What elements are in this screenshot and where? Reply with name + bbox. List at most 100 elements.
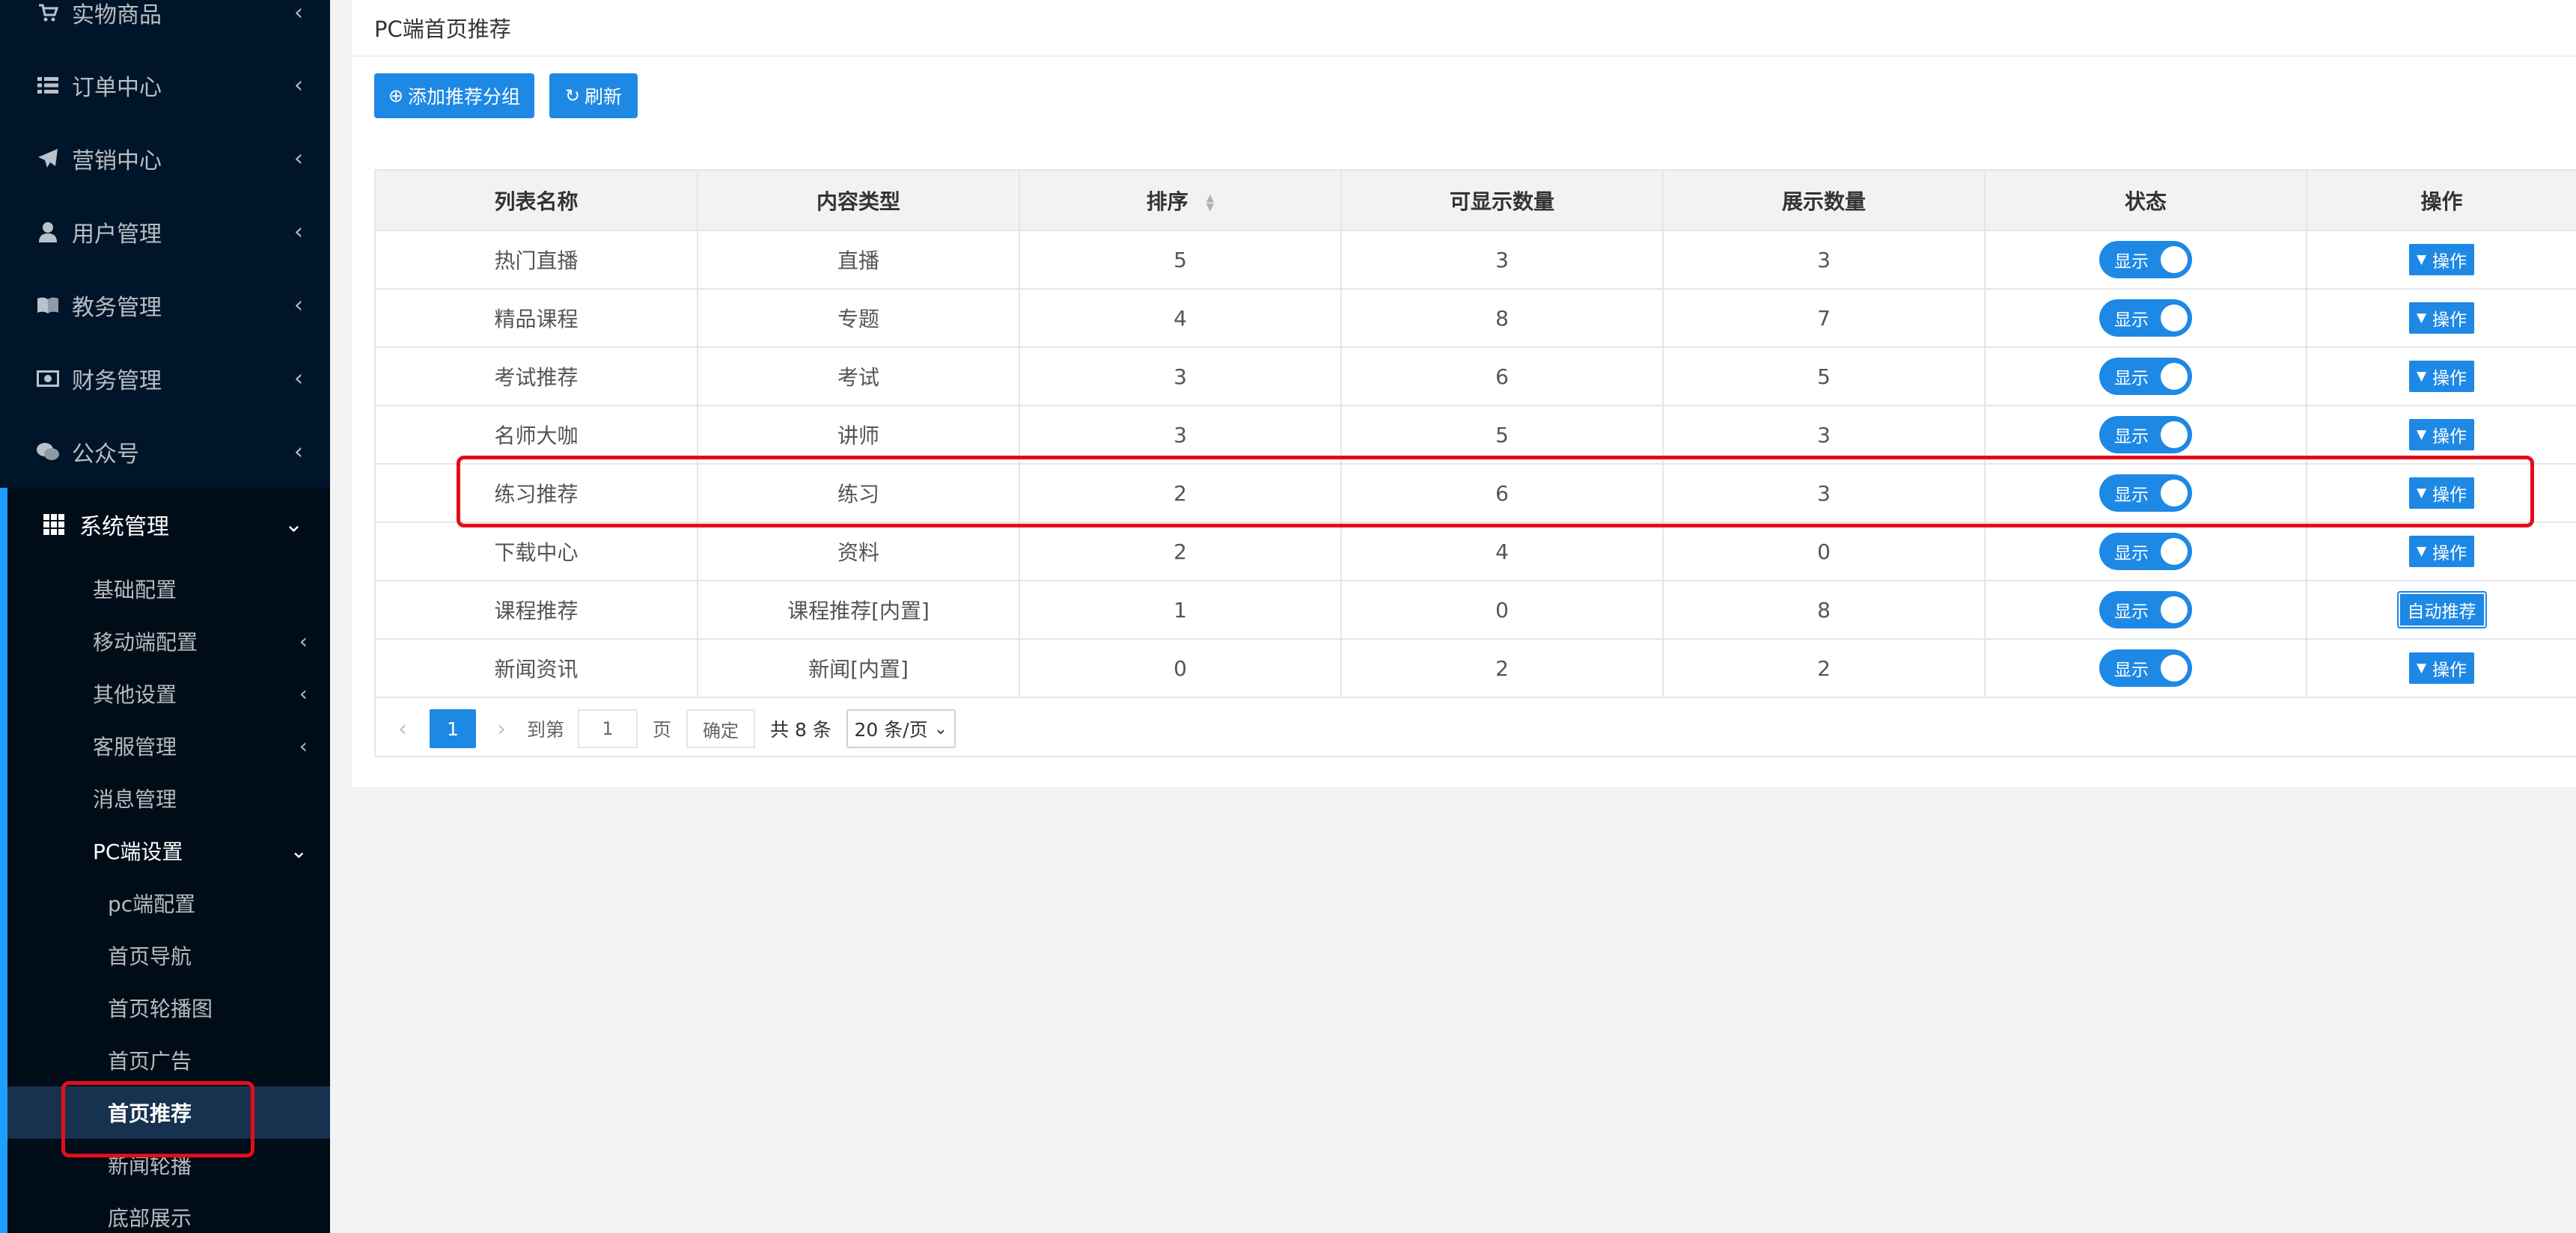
cell-type: 资料 <box>697 521 1020 581</box>
sidebar-item-finance[interactable]: 财务管理 ‹ <box>0 342 330 415</box>
sidebar-item-label: 移动端配置 <box>93 630 198 655</box>
sidebar-item-academic[interactable]: 教务管理 ‹ <box>0 269 330 342</box>
caret-down-icon: ▼ <box>2416 486 2427 501</box>
cell-shown: 3 <box>1662 463 1986 523</box>
sidebar-item-home-carousel[interactable]: 首页轮播图 <box>7 982 330 1034</box>
sidebar-item-label: 消息管理 <box>93 787 177 812</box>
cell-shown: 8 <box>1662 580 1986 640</box>
sidebar-item-other-settings[interactable]: 其他设置 ‹ <box>7 667 330 720</box>
sidebar-item-home-nav[interactable]: 首页导航 <box>7 929 330 982</box>
cell-order: 5 <box>1019 230 1342 290</box>
cell-name: 下载中心 <box>376 521 698 581</box>
next-page-icon[interactable]: › <box>497 716 506 742</box>
status-toggle[interactable]: 显示 <box>2099 358 2192 395</box>
action-dropdown-button[interactable]: ▼ 操作 <box>2408 302 2475 334</box>
action-dropdown-button[interactable]: ▼ 操作 <box>2408 419 2475 450</box>
button-label: 操作 <box>2432 486 2467 505</box>
action-dropdown-button[interactable]: ▼ 操作 <box>2408 477 2475 509</box>
sidebar-item-wechat[interactable]: 公众号 ‹ <box>0 415 330 489</box>
cell-name: 热门直播 <box>376 230 698 290</box>
chevron-left-icon: ‹ <box>299 628 308 654</box>
status-toggle[interactable]: 显示 <box>2099 591 2192 628</box>
sidebar-item-label: 教务管理 <box>72 295 162 321</box>
status-toggle[interactable]: 显示 <box>2099 241 2192 278</box>
cell-action: 自动推荐 <box>2306 580 2576 640</box>
toggle-knob <box>2161 655 2188 682</box>
status-toggle-label: 显示 <box>2114 602 2149 622</box>
sidebar-item-marketing[interactable]: 营销中心 ‹ <box>0 122 330 195</box>
status-toggle[interactable]: 显示 <box>2099 474 2192 512</box>
sidebar-item-label: 新闻轮播 <box>108 1154 192 1178</box>
button-label: 操作 <box>2432 310 2467 330</box>
goto-confirm-button[interactable]: 确定 <box>686 709 756 748</box>
sidebar-item-mobile-config[interactable]: 移动端配置 ‹ <box>7 615 330 667</box>
button-label: 操作 <box>2432 369 2467 388</box>
cell-action: ▼ 操作 <box>2306 638 2576 698</box>
cell-type: 考试 <box>697 346 1020 406</box>
sidebar-item-users[interactable]: 用户管理 ‹ <box>0 195 330 269</box>
refresh-button[interactable]: ↻ 刷新 <box>549 73 638 118</box>
status-toggle[interactable]: 显示 <box>2099 649 2192 687</box>
cell-type: 练习 <box>697 463 1020 523</box>
sidebar-item-customer-service[interactable]: 客服管理 ‹ <box>7 720 330 772</box>
page-size-select[interactable]: 20 条/页 ⌄ <box>846 709 956 748</box>
sidebar-item-label: 系统管理 <box>79 514 169 540</box>
column-header-order[interactable]: 排序 ▲ ▼ <box>1019 171 1342 231</box>
active-indicator-bar <box>0 488 7 1233</box>
cell-max: 4 <box>1340 521 1664 581</box>
wechat-icon <box>36 441 60 462</box>
status-toggle[interactable]: 显示 <box>2099 299 2192 337</box>
sidebar-item-system[interactable]: 系统管理 ⌄ <box>7 488 330 561</box>
column-header-label: 排序 <box>1146 189 1188 214</box>
sidebar-item-physical-goods[interactable]: 实物商品 ‹ <box>0 0 330 49</box>
auto-recommend-button[interactable]: 自动推荐 <box>2396 591 2487 628</box>
sidebar-item-home-recommend[interactable]: 首页推荐 <box>7 1086 330 1139</box>
action-dropdown-button[interactable]: ▼ 操作 <box>2408 361 2475 392</box>
column-header-name: 列表名称 <box>376 171 698 231</box>
cell-order: 3 <box>1019 346 1342 406</box>
column-header-action: 操作 <box>2306 171 2576 231</box>
status-toggle-label: 显示 <box>2114 310 2149 330</box>
sidebar-item-messages[interactable]: 消息管理 <box>7 772 330 824</box>
sidebar-item-pc-config[interactable]: pc端配置 <box>7 877 330 929</box>
sidebar-item-basic-config[interactable]: 基础配置 <box>7 563 330 615</box>
cell-type: 课程推荐[内置] <box>697 580 1020 640</box>
status-toggle-label: 显示 <box>2114 486 2149 505</box>
cell-order: 2 <box>1019 463 1342 523</box>
cell-name: 名师大咖 <box>376 405 698 465</box>
action-dropdown-button[interactable]: ▼ 操作 <box>2408 244 2475 275</box>
table-row: 热门直播 直播 5 3 3 显示 ▼ 操作 <box>376 230 2576 290</box>
table-row: 新闻资讯 新闻[内置] 0 2 2 显示 ▼ 操作 <box>376 638 2576 698</box>
status-toggle-label: 显示 <box>2114 369 2149 388</box>
action-dropdown-button[interactable]: ▼ 操作 <box>2408 536 2475 567</box>
add-group-button[interactable]: ⊕ 添加推荐分组 <box>374 73 534 118</box>
sidebar-item-label: 用户管理 <box>72 221 162 248</box>
sort-icon[interactable]: ▲ ▼ <box>1206 193 1214 212</box>
cell-action: ▼ 操作 <box>2306 346 2576 406</box>
column-header-status: 状态 <box>1984 171 2307 231</box>
status-toggle[interactable]: 显示 <box>2099 533 2192 570</box>
action-dropdown-button[interactable]: ▼ 操作 <box>2408 652 2475 684</box>
chevron-left-icon: ‹ <box>299 733 308 759</box>
chevron-left-icon: ‹ <box>294 145 303 172</box>
sidebar-item-orders[interactable]: 订单中心 ‹ <box>0 49 330 122</box>
cell-action: ▼ 操作 <box>2306 521 2576 581</box>
sidebar-item-label: 首页导航 <box>108 944 192 969</box>
recommend-table: 列表名称 内容类型 排序 ▲ ▼ 可显示数量 展示数量 状态 操作 热门直播 直播 5… <box>374 169 2576 757</box>
table-row: 练习推荐 练习 2 6 3 显示 ▼ 操作 <box>376 463 2576 523</box>
prev-page-icon[interactable]: ‹ <box>398 716 407 742</box>
cell-action: ▼ 操作 <box>2306 463 2576 523</box>
sidebar-item-news-carousel[interactable]: 新闻轮播 <box>7 1139 330 1191</box>
sidebar-item-home-ads[interactable]: 首页广告 <box>7 1034 330 1086</box>
button-label: 操作 <box>2432 252 2467 272</box>
goto-page-input[interactable]: 1 <box>578 709 638 748</box>
divider <box>352 55 2576 57</box>
sidebar-item-pc-settings[interactable]: PC端设置 ⌄ <box>7 824 330 877</box>
cell-action: ▼ 操作 <box>2306 405 2576 465</box>
paper-plane-icon <box>36 148 60 169</box>
page-number[interactable]: 1 <box>430 709 476 748</box>
cell-name: 新闻资讯 <box>376 638 698 698</box>
cell-status: 显示 <box>1984 346 2307 406</box>
status-toggle[interactable]: 显示 <box>2099 416 2192 453</box>
sidebar-item-footer-display[interactable]: 底部展示 <box>7 1191 330 1233</box>
